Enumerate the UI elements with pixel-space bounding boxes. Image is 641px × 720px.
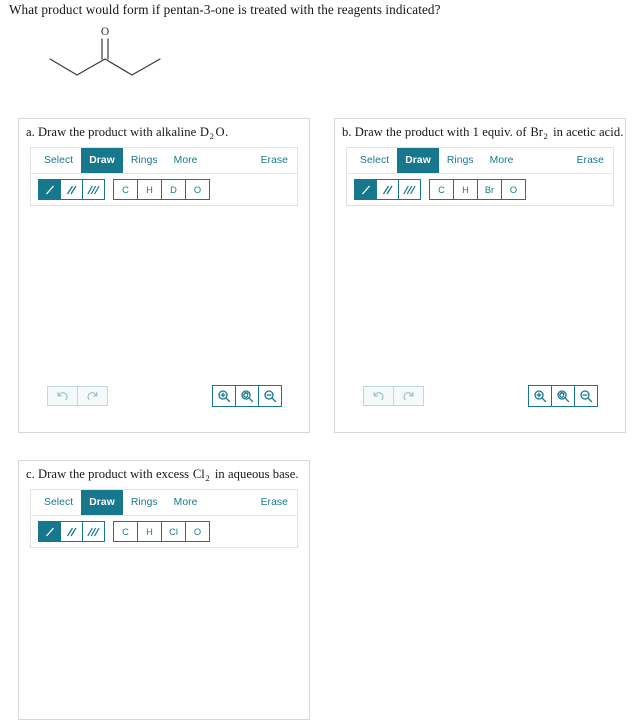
- panel-c-drawing-canvas[interactable]: [30, 553, 298, 709]
- zoom-out-button[interactable]: [258, 385, 282, 407]
- panel-c-reagent: Cl: [192, 467, 205, 481]
- zoom-in-button[interactable]: [528, 385, 552, 407]
- zoom-reset-button[interactable]: [551, 385, 575, 407]
- question-panel-c: c. Draw the product with excess Cl2 in a…: [18, 460, 310, 720]
- panel-c-title: c. Draw the product with excess Cl2 in a…: [26, 467, 299, 483]
- panel-b-editor-toolbox: Select Draw Rings More Erase C H Br O: [346, 147, 614, 206]
- panel-a-toolrow: C H D O: [31, 174, 297, 205]
- zoom-in-button[interactable]: [212, 385, 236, 407]
- element-button-group: C H Br O: [429, 179, 526, 200]
- panel-b-zoom-controls: [528, 385, 598, 407]
- panel-a-title-post: .: [225, 125, 229, 139]
- bond-tool-group: [38, 521, 105, 542]
- tab-rings[interactable]: Rings: [123, 148, 166, 173]
- element-button-2[interactable]: H: [453, 179, 478, 200]
- element-button-4[interactable]: O: [501, 179, 526, 200]
- double-bond-tool[interactable]: [60, 179, 83, 200]
- panel-a-reagent: D: [199, 125, 210, 139]
- panel-b-toolrow: C H Br O: [347, 174, 613, 205]
- panel-c-toolrow: C H Cl O: [31, 516, 297, 547]
- element-button-4[interactable]: O: [185, 521, 210, 542]
- bond-tool-group: [354, 179, 421, 200]
- panel-b-title: b. Draw the product with 1 equiv. of Br2…: [342, 125, 624, 141]
- single-bond-tool[interactable]: [38, 179, 61, 200]
- triple-bond-tool[interactable]: [82, 521, 105, 542]
- zoom-reset-button[interactable]: [235, 385, 259, 407]
- double-bond-tool[interactable]: [376, 179, 399, 200]
- panel-a-reagent-post: O: [215, 125, 225, 139]
- redo-button[interactable]: [77, 386, 108, 406]
- element-button-2[interactable]: H: [137, 179, 162, 200]
- tab-more[interactable]: More: [482, 148, 522, 173]
- panel-c-tabbar: Select Draw Rings More Erase: [31, 490, 297, 516]
- triple-bond-tool[interactable]: [398, 179, 421, 200]
- undo-button[interactable]: [47, 386, 78, 406]
- element-button-group: C H Cl O: [113, 521, 210, 542]
- panel-b-reagent-subscript: 2: [543, 131, 548, 141]
- panel-a-title: a. Draw the product with alkaline D2 O.: [26, 125, 229, 141]
- page-title: What product would form if pentan-3-one …: [9, 2, 441, 17]
- panel-c-title-post: in aqueous base.: [211, 467, 299, 481]
- panel-a-zoom-controls: [212, 385, 282, 407]
- element-button-4[interactable]: O: [185, 179, 210, 200]
- bond-tool-group: [38, 179, 105, 200]
- element-button-2[interactable]: H: [137, 521, 162, 542]
- erase-button[interactable]: Erase: [253, 148, 297, 173]
- panel-a-tabbar: Select Draw Rings More Erase: [31, 148, 297, 174]
- tab-draw[interactable]: Draw: [81, 490, 123, 515]
- panel-a-history-controls: [47, 386, 108, 406]
- erase-button[interactable]: Erase: [569, 148, 613, 173]
- element-button-group: C H D O: [113, 179, 210, 200]
- redo-button[interactable]: [393, 386, 424, 406]
- panel-b-history-controls: [363, 386, 424, 406]
- oxygen-atom-label: O: [101, 26, 109, 38]
- tab-rings[interactable]: Rings: [439, 148, 482, 173]
- panel-a-reagent-subscript: 2: [209, 131, 214, 141]
- erase-button[interactable]: Erase: [253, 490, 297, 515]
- zoom-out-button[interactable]: [574, 385, 598, 407]
- question-panel-b: b. Draw the product with 1 equiv. of Br2…: [334, 118, 626, 433]
- tab-select[interactable]: Select: [36, 490, 81, 515]
- tab-select[interactable]: Select: [36, 148, 81, 173]
- panel-c-editor-toolbox: Select Draw Rings More Erase C H Cl O: [30, 489, 298, 548]
- tab-draw[interactable]: Draw: [81, 148, 123, 173]
- element-button-1[interactable]: C: [113, 521, 138, 542]
- tab-rings[interactable]: Rings: [123, 490, 166, 515]
- element-button-1[interactable]: C: [113, 179, 138, 200]
- tab-more[interactable]: More: [166, 148, 206, 173]
- double-bond-tool[interactable]: [60, 521, 83, 542]
- tab-draw[interactable]: Draw: [397, 148, 439, 173]
- panel-b-tabbar: Select Draw Rings More Erase: [347, 148, 613, 174]
- molecule-structure-pentan-3-one: O: [30, 22, 200, 97]
- element-button-1[interactable]: C: [429, 179, 454, 200]
- element-button-3[interactable]: D: [161, 179, 186, 200]
- tab-more[interactable]: More: [166, 490, 206, 515]
- question-panel-a: a. Draw the product with alkaline D2 O. S…: [18, 118, 310, 433]
- tab-select[interactable]: Select: [352, 148, 397, 173]
- panel-b-reagent: Br: [530, 125, 544, 139]
- element-button-3[interactable]: Cl: [161, 521, 186, 542]
- triple-bond-tool[interactable]: [82, 179, 105, 200]
- panel-b-title-post: in acetic acid.: [549, 125, 624, 139]
- panel-b-title-pre: b. Draw the product with 1 equiv. of: [342, 125, 530, 139]
- undo-button[interactable]: [363, 386, 394, 406]
- element-button-3[interactable]: Br: [477, 179, 502, 200]
- panel-c-reagent-subscript: 2: [205, 473, 210, 483]
- single-bond-tool[interactable]: [38, 521, 61, 542]
- panel-c-title-pre: c. Draw the product with excess: [26, 467, 193, 481]
- single-bond-tool[interactable]: [354, 179, 377, 200]
- panel-a-editor-toolbox: Select Draw Rings More Erase C H D O: [30, 147, 298, 206]
- panel-a-title-pre: a. Draw the product with alkaline: [26, 125, 200, 139]
